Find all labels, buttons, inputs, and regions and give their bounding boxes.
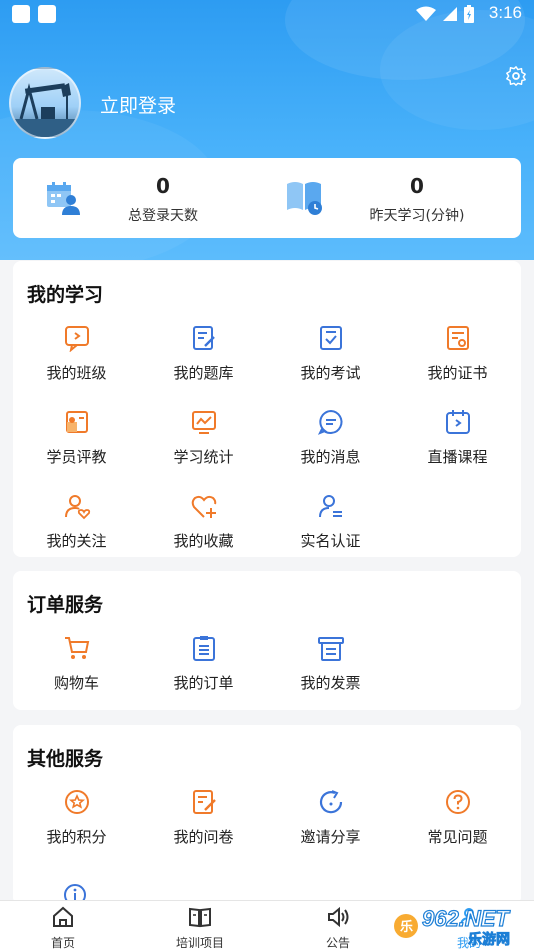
login-days-value: 0 (156, 174, 170, 198)
nav-announcement[interactable]: 公告 (283, 901, 393, 950)
faq-icon (445, 790, 470, 814)
item-label: 我的问卷 (173, 828, 234, 846)
announcement-icon (328, 906, 349, 928)
my-invoice-button[interactable]: 我的发票 (267, 634, 394, 698)
training-icon (189, 907, 211, 928)
study-minutes-label: 昨天学习(分钟) (369, 208, 465, 224)
question-bank-button[interactable]: 我的题库 (140, 324, 267, 388)
nav-home[interactable]: 首页 (8, 901, 118, 950)
invite-share-button[interactable]: 邀请分享 (267, 788, 394, 852)
my-study-section: 我的学习 我的班级 我的题库 我的考试 我的证书 学员评教 学习统计 我的消息 … (13, 261, 521, 557)
points-icon (64, 790, 89, 814)
my-follow-button[interactable]: 我的关注 (13, 492, 140, 556)
my-message-button[interactable]: 我的消息 (267, 408, 394, 472)
section-title: 我的学习 (27, 284, 104, 306)
faq-button[interactable]: 常见问题 (394, 788, 521, 852)
svg-text:乐: 乐 (400, 919, 413, 934)
login-link[interactable]: 立即登录 (100, 91, 176, 118)
notification-icon (38, 5, 56, 23)
section-title: 订单服务 (27, 594, 104, 616)
my-survey-button[interactable]: 我的问卷 (140, 788, 267, 852)
login-days-label: 总登录天数 (128, 208, 198, 224)
svg-text:乐游网: 乐游网 (468, 931, 510, 948)
my-favorite-button[interactable]: 我的收藏 (140, 492, 267, 556)
clock: 3:16 (488, 3, 522, 22)
signal-icon (443, 7, 457, 21)
home-icon (53, 906, 73, 927)
section-title: 其他服务 (27, 748, 104, 770)
my-class-button[interactable]: 我的班级 (13, 324, 140, 388)
item-label: 我的收藏 (173, 532, 234, 550)
item-label: 我的班级 (46, 364, 107, 382)
order-icon (192, 636, 215, 661)
message-icon (317, 409, 342, 435)
question-bank-icon (192, 326, 215, 350)
live-course-button[interactable]: 直播课程 (394, 408, 521, 472)
item-label: 常见问题 (427, 828, 488, 846)
svg-text:962.NET: 962.NET (422, 906, 510, 931)
my-points-button[interactable]: 我的积分 (13, 788, 140, 852)
item-label: 我的关注 (46, 532, 107, 550)
order-service-section: 订单服务 购物车 我的订单 我的发票 (13, 571, 521, 710)
nav-label: 培训项目 (175, 936, 224, 948)
study-minutes-value: 0 (410, 174, 424, 198)
item-label: 我的考试 (300, 364, 361, 382)
status-bar: 3:16 (0, 0, 534, 28)
real-name-verify-button[interactable]: 实名认证 (267, 492, 394, 556)
student-evaluation-button[interactable]: 学员评教 (13, 408, 140, 472)
invoice-icon (317, 637, 344, 661)
avatar[interactable] (9, 67, 81, 139)
exam-icon (319, 326, 342, 350)
item-label: 我的证书 (427, 364, 488, 382)
wifi-icon (416, 6, 436, 21)
item-label: 我的发票 (300, 674, 361, 692)
watermark-logo: 乐 962.NET 乐游网 (394, 905, 511, 948)
item-label: 购物车 (53, 674, 99, 692)
live-course-icon (445, 410, 470, 434)
book-clock-icon (287, 182, 322, 215)
class-icon (64, 326, 89, 352)
nav-label: 首页 (50, 936, 75, 950)
item-label: 直播课程 (427, 448, 488, 466)
notification-icon (12, 5, 30, 23)
my-exam-button[interactable]: 我的考试 (267, 324, 394, 388)
item-label: 学习统计 (173, 448, 234, 466)
item-label: 我的积分 (46, 828, 107, 846)
nav-label: 公告 (325, 936, 350, 950)
item-label: 我的题库 (173, 364, 234, 382)
item-label: 实名认证 (300, 532, 361, 550)
cart-button[interactable]: 购物车 (13, 634, 140, 698)
follow-icon (64, 495, 90, 520)
cart-icon (64, 637, 89, 659)
verify-icon (318, 495, 342, 518)
certificate-icon (446, 326, 469, 350)
favorite-icon (191, 495, 216, 518)
share-icon (319, 790, 342, 814)
evaluation-icon (65, 411, 88, 433)
statistics-icon (191, 411, 216, 434)
survey-icon (192, 790, 216, 814)
other-service-section: 其他服务 我的积分 我的问卷 邀请分享 常见问题 (13, 725, 521, 905)
item-label: 我的订单 (173, 674, 234, 692)
my-certificate-button[interactable]: 我的证书 (394, 324, 521, 388)
item-label: 学员评教 (46, 448, 107, 466)
my-order-button[interactable]: 我的订单 (140, 634, 267, 698)
item-label: 我的消息 (300, 448, 361, 466)
gear-icon[interactable] (505, 65, 527, 87)
study-statistics-button[interactable]: 学习统计 (140, 408, 267, 472)
nav-training[interactable]: 培训项目 (145, 901, 255, 950)
item-label: 邀请分享 (300, 828, 361, 846)
calendar-user-icon (47, 182, 80, 215)
battery-icon (464, 5, 474, 23)
stats-card: 0 总登录天数 0 昨天学习(分钟) (13, 158, 521, 238)
